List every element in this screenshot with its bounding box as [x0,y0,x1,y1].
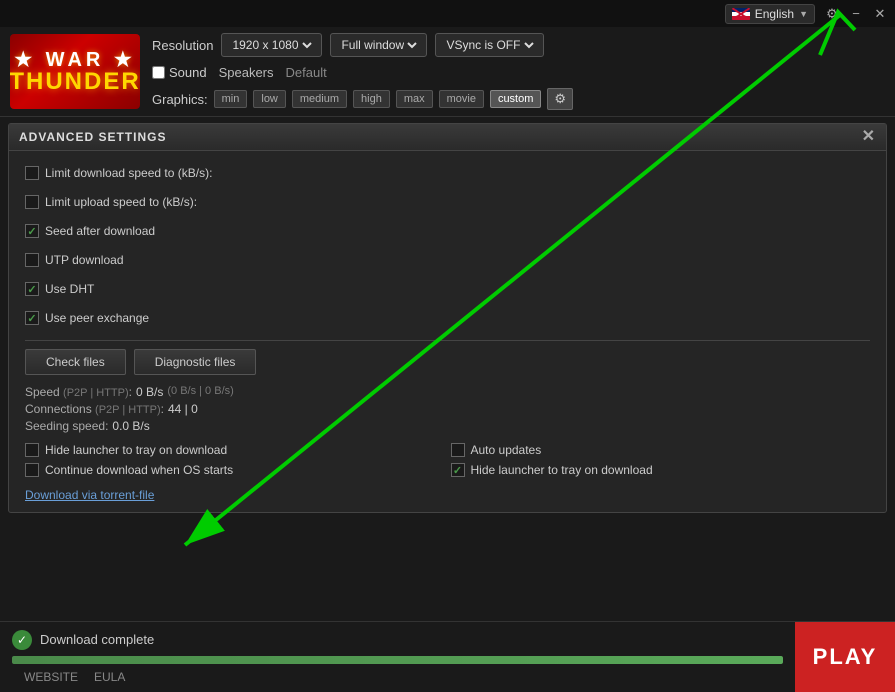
panel-close-button[interactable]: ✕ [862,129,876,145]
graphics-max-button[interactable]: max [396,90,433,108]
setting-seed-after-download: Seed after download [25,219,870,243]
setting-limit-upload: Limit upload speed to (kB/s): [25,190,870,214]
option-hide-launcher-2: Hide launcher to tray on download [451,463,871,477]
option-auto-updates: Auto updates [451,443,871,457]
top-bar: English ▼ ⚙ − ✕ [0,0,895,27]
options-grid: Hide launcher to tray on download Auto u… [25,443,870,477]
speakers-label: Speakers [219,65,274,80]
limit-download-checkbox[interactable] [25,166,39,180]
limit-upload-label: Limit upload speed to (kB/s): [45,195,197,209]
close-button[interactable]: ✕ [869,3,891,25]
graphics-label: Graphics: [152,92,208,107]
bottom-links: WEBSITE EULA [12,670,783,684]
graphics-high-button[interactable]: high [353,90,390,108]
vsync-dropdown[interactable]: VSync is OFF [435,33,544,57]
chevron-down-icon: ▼ [799,9,808,19]
sound-checkbox[interactable] [152,66,165,79]
website-link[interactable]: WEBSITE [24,670,78,684]
settings-button[interactable]: ⚙ [821,3,843,25]
advanced-settings-panel: ADVANCED SETTINGS ✕ Limit download speed… [8,123,887,513]
auto-updates-label: Auto updates [471,443,542,457]
continue-download-checkbox[interactable] [25,463,39,477]
header-area: ★ WAR ★ THUNDER Resolution 1920 x 1080 F… [0,27,895,117]
bottom-left: ✓ Download complete WEBSITE EULA [0,630,795,684]
graphics-custom-button[interactable]: custom [490,90,541,108]
hide-launcher-2-label: Hide launcher to tray on download [471,463,653,477]
use-dht-checkbox[interactable] [25,282,39,296]
check-circle-icon: ✓ [12,630,32,650]
sound-row: Sound Speakers Default [152,65,885,80]
setting-use-peer-exchange: Use peer exchange [25,306,870,330]
download-complete-row: ✓ Download complete [12,630,783,650]
check-files-button[interactable]: Check files [25,349,126,375]
connections-label: Connections (P2P | HTTP): [25,402,164,416]
seeding-label: Seeding speed: [25,419,108,433]
flag-icon [732,8,750,20]
panel-title-bar: ADVANCED SETTINGS ✕ [9,124,886,151]
resolution-row: Resolution 1920 x 1080 Full window VSync… [152,33,885,57]
language-label: English [755,7,794,21]
graphics-settings-gear-button[interactable]: ⚙ [547,88,573,110]
vsync-select[interactable]: VSync is OFF [442,37,537,53]
option-continue-download: Continue download when OS starts [25,463,445,477]
option-hide-launcher: Hide launcher to tray on download [25,443,445,457]
sound-label: Sound [169,65,207,80]
play-button[interactable]: PLAY [795,622,895,692]
diagnostic-files-button[interactable]: Diagnostic files [134,349,257,375]
seed-after-download-checkbox[interactable] [25,224,39,238]
graphics-movie-button[interactable]: movie [439,90,484,108]
use-peer-exchange-label: Use peer exchange [45,311,149,325]
speed-value: 0 B/s [136,385,163,399]
header-controls: Resolution 1920 x 1080 Full window VSync… [152,33,885,110]
bottom-bar: ✓ Download complete WEBSITE EULA PLAY [0,621,895,691]
divider [25,340,870,341]
graphics-min-button[interactable]: min [214,90,248,108]
torrent-link[interactable]: Download via torrent-file [25,488,154,502]
graphics-medium-button[interactable]: medium [292,90,347,108]
limit-download-label: Limit download speed to (kB/s): [45,166,212,180]
speed-label: Speed (P2P | HTTP): [25,385,132,399]
continue-download-label: Continue download when OS starts [45,463,233,477]
utp-download-checkbox[interactable] [25,253,39,267]
use-dht-label: Use DHT [45,282,94,296]
stats-section: Speed (P2P | HTTP): 0 B/s (0 B/s | 0 B/s… [25,385,870,433]
resolution-select[interactable]: 1920 x 1080 [228,37,315,53]
panel-body: Limit download speed to (kB/s): Limit up… [9,151,886,512]
panel-title: ADVANCED SETTINGS [19,130,166,144]
game-logo: ★ WAR ★ THUNDER [10,34,140,109]
setting-utp-download: UTP download [25,248,870,272]
progress-bar-fill [12,656,783,664]
resolution-label: Resolution [152,38,213,53]
auto-updates-checkbox[interactable] [451,443,465,457]
action-buttons: Check files Diagnostic files [25,349,870,375]
sound-checkbox-wrapper[interactable]: Sound [152,65,207,80]
download-complete-label: Download complete [40,632,154,647]
connections-value: 44 | 0 [168,402,198,416]
seed-after-download-label: Seed after download [45,224,155,238]
logo-thunder: THUNDER [10,70,140,94]
eula-link[interactable]: EULA [94,670,125,684]
default-label: Default [286,65,327,80]
hide-launcher-2-checkbox[interactable] [451,463,465,477]
utp-download-label: UTP download [45,253,124,267]
limit-upload-checkbox[interactable] [25,195,39,209]
logo-war: ★ WAR ★ [10,50,140,70]
resolution-dropdown[interactable]: 1920 x 1080 [221,33,322,57]
window-mode-dropdown[interactable]: Full window [330,33,427,57]
graphics-row: Graphics: min low medium high max movie … [152,88,885,110]
speed-detail: (0 B/s | 0 B/s) [167,385,233,399]
use-peer-exchange-checkbox[interactable] [25,311,39,325]
language-selector[interactable]: English ▼ [725,4,815,24]
window-controls: ⚙ − ✕ [821,3,891,25]
graphics-low-button[interactable]: low [253,90,286,108]
hide-launcher-checkbox[interactable] [25,443,39,457]
minimize-button[interactable]: − [845,3,867,25]
seeding-value: 0.0 B/s [112,419,149,433]
hide-launcher-label: Hide launcher to tray on download [45,443,227,457]
setting-use-dht: Use DHT [25,277,870,301]
setting-limit-download: Limit download speed to (kB/s): [25,161,870,185]
window-mode-select[interactable]: Full window [337,37,420,53]
progress-bar-container [12,656,783,664]
